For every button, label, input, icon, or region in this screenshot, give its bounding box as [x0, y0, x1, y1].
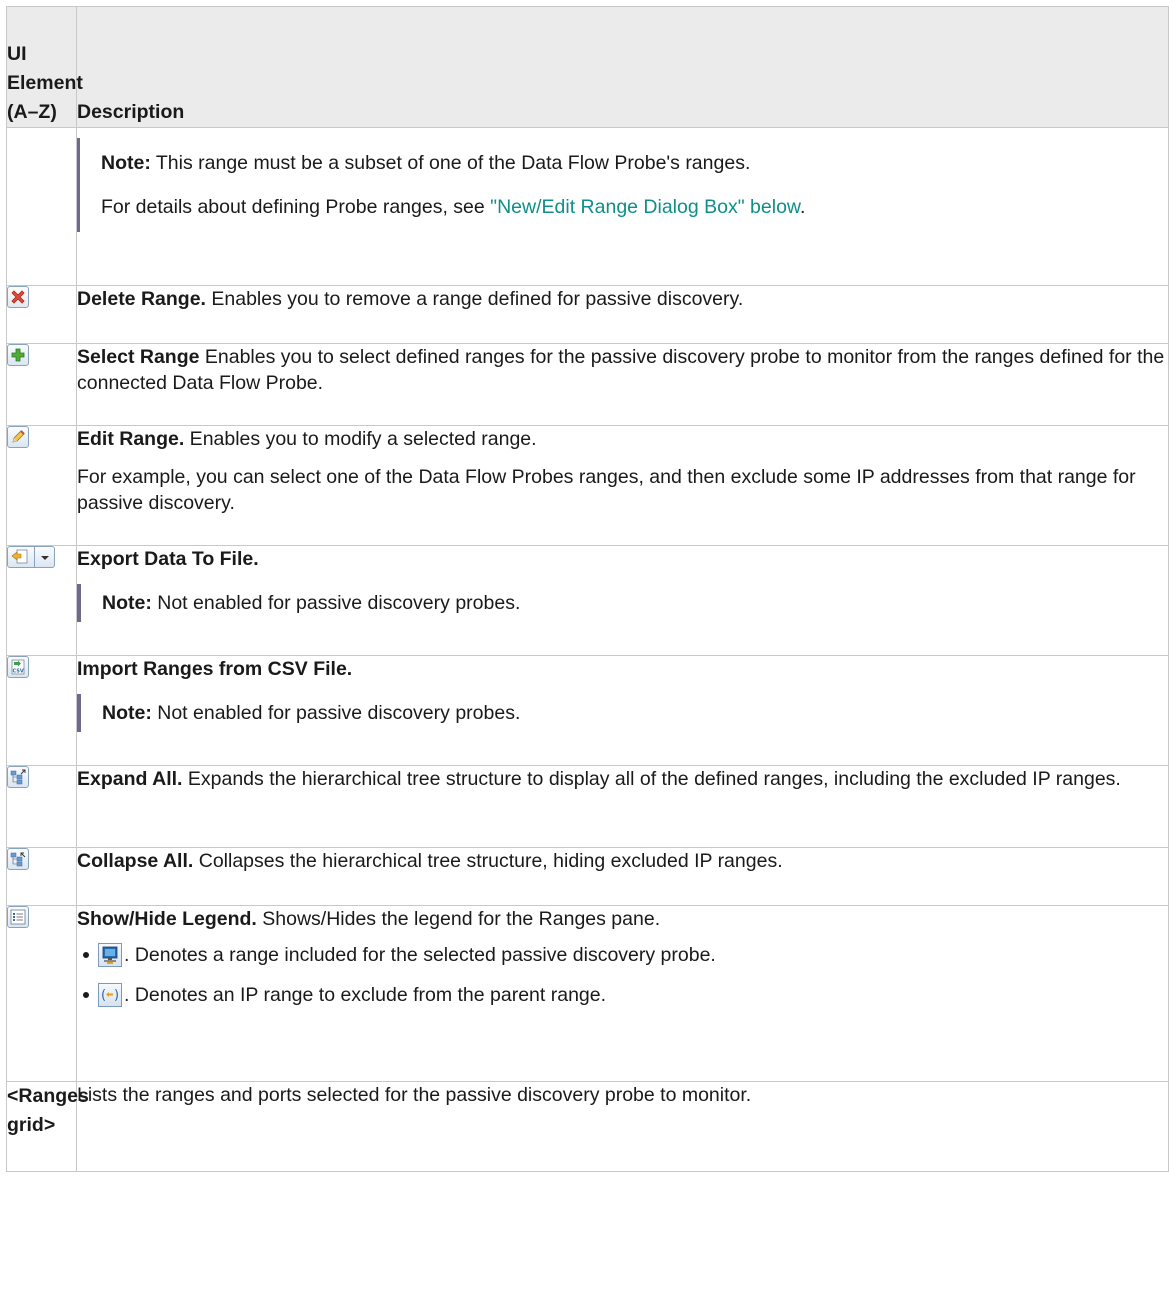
- note-text: This range must be a subset of one of th…: [150, 152, 751, 174]
- header-element-line: Element: [7, 72, 83, 94]
- description-cell: Lists the ranges and ports selected for …: [76, 1081, 1169, 1172]
- bullet-dot: [83, 952, 89, 958]
- list-item: . Denotes a range included for the selec…: [83, 942, 1168, 968]
- element-cell: [6, 765, 77, 848]
- header-ui-line: UI: [7, 43, 27, 65]
- note-text: Not enabled for passive discovery probes…: [151, 592, 521, 614]
- edit-pencil-icon: [7, 426, 29, 448]
- element-cell: [6, 285, 77, 344]
- import-csv-icon: CSV: [7, 656, 29, 678]
- svg-text:): ): [114, 988, 119, 1003]
- ui-elements-table: UI Element (A–Z) Description Note: This …: [6, 6, 1169, 1172]
- element-cell: [6, 343, 77, 426]
- row-title: Collapse All.: [77, 850, 194, 872]
- description-cell: Expand All. Expands the hierarchical tre…: [76, 765, 1169, 848]
- note-label: Note:: [102, 702, 152, 724]
- description-cell: Import Ranges from CSV File. Note: Not e…: [76, 655, 1169, 766]
- note-label: Note:: [102, 592, 152, 614]
- table-row: Export Data To File. Note: Not enabled f…: [6, 545, 1169, 656]
- row-text: Enables you to select defined ranges for…: [77, 346, 1165, 394]
- table-row: Select Range Enables you to select defin…: [6, 343, 1169, 426]
- description-cell: Note: This range must be a subset of one…: [76, 127, 1169, 286]
- note-block: Note: Not enabled for passive discovery …: [77, 694, 1168, 732]
- row-title: Select Range: [77, 346, 200, 368]
- row-title: Show/Hide Legend.: [77, 908, 257, 930]
- bullet-text: . Denotes a range included for the selec…: [124, 944, 716, 966]
- description-cell: Export Data To File. Note: Not enabled f…: [76, 545, 1169, 656]
- bullet-dot: [83, 992, 89, 998]
- row-text: Enables you to remove a range defined fo…: [205, 288, 744, 310]
- details-text: For details about defining Probe ranges,…: [101, 196, 491, 218]
- details-paragraph: For details about defining Probe ranges,…: [101, 194, 1168, 220]
- table-row: CSV Import Ranges from CSV File. Note: N…: [6, 655, 1169, 766]
- exclude-range-icon: ( ): [98, 983, 122, 1007]
- table-row: Delete Range. Enables you to remove a ra…: [6, 285, 1169, 344]
- export-data-icon: [7, 546, 35, 568]
- description-cell: Edit Range. Enables you to modify a sele…: [76, 425, 1169, 546]
- element-name-line-2: grid>: [7, 1114, 56, 1136]
- legend-bullet-list: . Denotes a range included for the selec…: [77, 942, 1168, 1008]
- note-text: Not enabled for passive discovery probes…: [151, 702, 521, 724]
- collapse-all-icon: [7, 848, 29, 870]
- svg-text:(: (: [101, 988, 106, 1003]
- description-cell: Select Range Enables you to select defin…: [76, 343, 1169, 426]
- description-cell: Delete Range. Enables you to remove a ra…: [76, 285, 1169, 344]
- monitor-range-icon: [98, 943, 122, 967]
- note-block: Note: This range must be a subset of one…: [76, 138, 1168, 232]
- table-row: Show/Hide Legend. Shows/Hides the legend…: [6, 905, 1169, 1082]
- header-ui-element: UI Element (A–Z): [6, 6, 83, 128]
- row-text: Lists the ranges and ports selected for …: [77, 1084, 752, 1106]
- table-header-row: UI Element (A–Z) Description: [6, 6, 1169, 128]
- add-range-icon: [7, 344, 29, 366]
- new-edit-range-link[interactable]: "New/Edit Range Dialog Box" below: [490, 196, 800, 218]
- bullet-text: . Denotes an IP range to exclude from th…: [124, 984, 607, 1006]
- note-block: Note: Not enabled for passive discovery …: [77, 584, 1168, 622]
- delete-range-icon: [7, 286, 29, 308]
- element-name-line-1: <Ranges: [7, 1085, 89, 1107]
- list-item: ( ) . Denotes an IP range to exclude fro…: [83, 982, 1168, 1008]
- header-description: Description: [76, 6, 1169, 128]
- element-cell: [6, 847, 77, 906]
- table-row: Note: This range must be a subset of one…: [6, 127, 1169, 286]
- details-end: .: [799, 196, 806, 218]
- element-cell: [6, 425, 77, 546]
- row-text: Collapses the hierarchical tree structur…: [193, 850, 783, 872]
- row-text: Enables you to modify a selected range.: [184, 428, 537, 450]
- element-cell: [6, 545, 77, 656]
- description-cell: Show/Hide Legend. Shows/Hides the legend…: [76, 905, 1169, 1082]
- expand-all-icon: [7, 766, 29, 788]
- row-title: Import Ranges from CSV File.: [77, 658, 353, 680]
- element-cell-empty: [6, 127, 77, 286]
- row-title: Edit Range.: [77, 428, 185, 450]
- row-title: Export Data To File.: [77, 548, 259, 570]
- element-cell: [6, 905, 77, 1082]
- table-row: Collapse All. Collapses the hierarchical…: [6, 847, 1169, 906]
- row-text: Expands the hierarchical tree structure …: [182, 768, 1121, 790]
- element-cell: CSV: [6, 655, 77, 766]
- table-row: Expand All. Expands the hierarchical tre…: [6, 765, 1169, 848]
- header-az-line: (A–Z): [7, 101, 57, 123]
- export-data-dropdown: [7, 546, 55, 568]
- row-title: Expand All.: [77, 768, 183, 790]
- description-cell: Collapse All. Collapses the hierarchical…: [76, 847, 1169, 906]
- row-text: Shows/Hides the legend for the Ranges pa…: [256, 908, 661, 930]
- row-title: Delete Range.: [77, 288, 206, 310]
- row-text-2: For example, you can select one of the D…: [77, 466, 1136, 514]
- table-row: <Ranges grid> Lists the ranges and ports…: [6, 1081, 1169, 1172]
- table-row: Edit Range. Enables you to modify a sele…: [6, 425, 1169, 546]
- legend-list-icon: [7, 906, 29, 928]
- svg-text:CSV: CSV: [13, 669, 24, 675]
- chevron-down-icon: [35, 546, 55, 568]
- element-cell: <Ranges grid>: [6, 1081, 89, 1172]
- note-label: Note:: [101, 152, 151, 174]
- note-paragraph: Note: This range must be a subset of one…: [101, 150, 1168, 176]
